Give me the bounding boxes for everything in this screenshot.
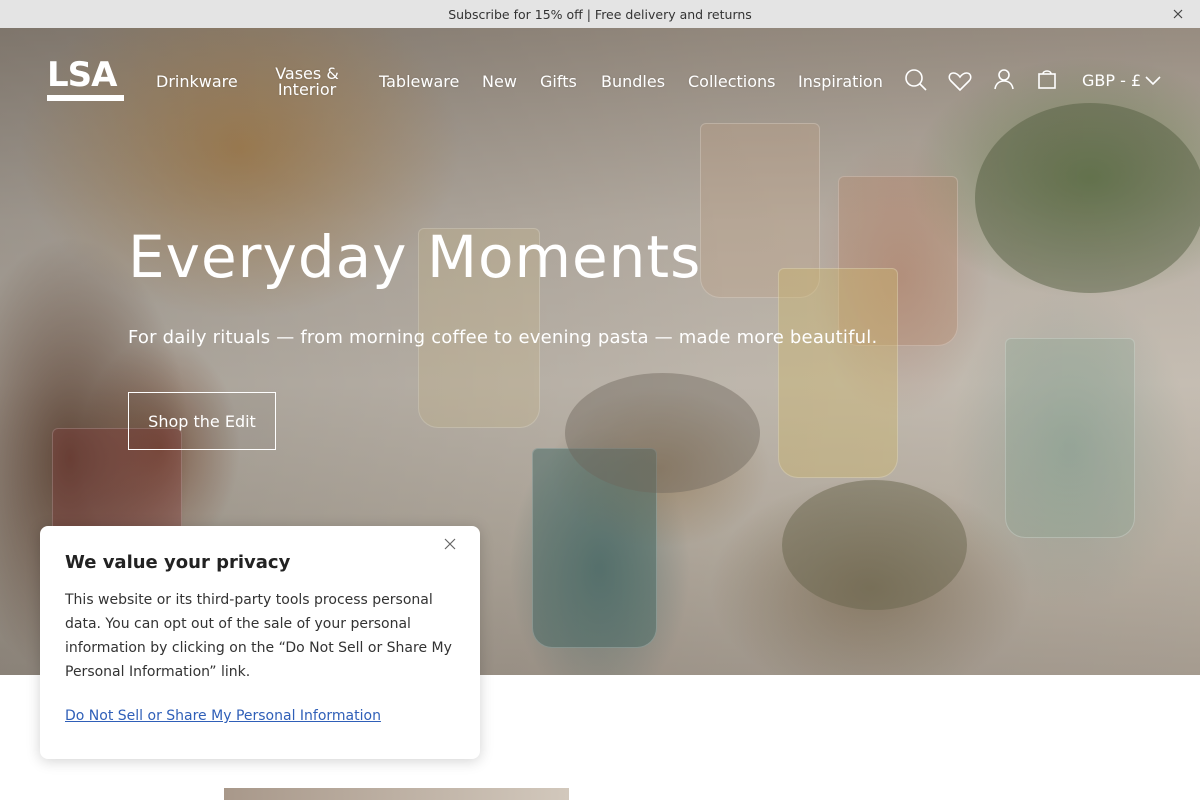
nav-drinkware[interactable]: Drinkware: [156, 74, 238, 90]
nav-new[interactable]: New: [482, 74, 517, 90]
hero-subtitle: For daily rituals — from morning coffee …: [128, 327, 878, 348]
close-icon[interactable]: [1170, 6, 1186, 22]
heart-icon[interactable]: [947, 68, 973, 94]
logo-underline: [47, 95, 124, 101]
hero-title: Everyday Moments: [128, 223, 702, 291]
chevron-down-icon: [1145, 71, 1161, 90]
do-not-sell-link[interactable]: Do Not Sell or Share My Personal Informa…: [65, 708, 381, 724]
announcement-bar: Subscribe for 15% off | Free delivery an…: [0, 0, 1200, 28]
bag-icon[interactable]: [1034, 66, 1060, 92]
lsa-logo[interactable]: LSA: [47, 58, 125, 104]
nav-inspiration[interactable]: Inspiration: [798, 74, 883, 90]
privacy-body: This website or its third-party tools pr…: [65, 592, 452, 680]
nav-collections[interactable]: Collections: [688, 74, 775, 90]
privacy-popup: We value your privacy This website or it…: [40, 526, 480, 759]
shop-the-edit-button[interactable]: Shop the Edit: [128, 392, 276, 450]
privacy-title: We value your privacy: [65, 552, 291, 573]
currency-label: GBP - £: [1082, 71, 1142, 90]
currency-selector[interactable]: GBP - £: [1082, 71, 1161, 90]
announcement-text: Subscribe for 15% off | Free delivery an…: [448, 6, 752, 22]
content-image: [224, 788, 569, 800]
nav-bundles[interactable]: Bundles: [601, 74, 665, 90]
site-header: LSA Drinkware Vases & Interior Tableware…: [0, 28, 1200, 128]
account-icon[interactable]: [991, 66, 1017, 92]
logo-text: LSA: [47, 55, 117, 95]
nav-vases-interior[interactable]: Vases & Interior: [267, 66, 347, 98]
close-icon[interactable]: [442, 536, 458, 552]
nav-gifts[interactable]: Gifts: [540, 74, 577, 90]
nav-tableware[interactable]: Tableware: [379, 74, 459, 90]
search-icon[interactable]: [903, 67, 929, 93]
